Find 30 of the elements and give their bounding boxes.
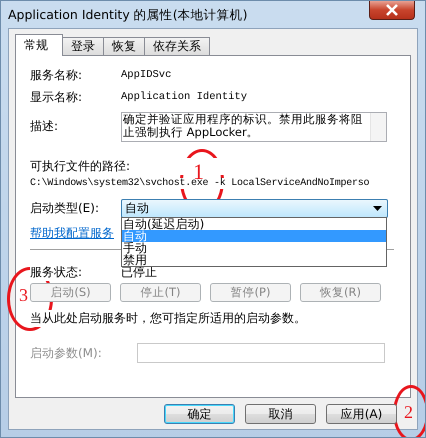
dropdown-option[interactable]: 禁用 bbox=[122, 254, 386, 266]
tab[interactable]: 登录 bbox=[62, 37, 104, 55]
tab[interactable]: 恢复 bbox=[103, 37, 145, 55]
field-label: 服务名称: bbox=[30, 66, 82, 84]
tab[interactable]: 常规 bbox=[15, 34, 63, 56]
tab[interactable]: 依存关系 bbox=[144, 37, 210, 55]
input-field[interactable] bbox=[137, 343, 385, 363]
dialog-button[interactable]: 应用(A) bbox=[326, 404, 397, 424]
field-value: AppIDSvc bbox=[121, 69, 172, 81]
field-label: 服务状态: bbox=[30, 264, 82, 280]
window-title: Application Identity 的属性(本地计算机) bbox=[8, 7, 248, 24]
scrollbar[interactable] bbox=[370, 113, 386, 141]
field-label: 启动类型(E): bbox=[30, 200, 99, 216]
description-field[interactable]: 确定并验证应用程序的标识。禁用此服务将阻止强制执行 AppLocker。 bbox=[121, 112, 387, 142]
annotation-circle bbox=[393, 385, 425, 437]
caret-icon bbox=[373, 206, 382, 210]
field-label: 显示名称: bbox=[30, 88, 82, 106]
help-link[interactable]: 帮助我配置服务 bbox=[30, 225, 114, 242]
dialog-button[interactable]: 确定 bbox=[164, 404, 235, 424]
dropdown-option[interactable]: 手动 bbox=[122, 242, 386, 254]
annotation-number: 3 bbox=[19, 286, 28, 304]
annotation-circle bbox=[7, 267, 53, 331]
dropdown-option[interactable]: 自动(延迟启动) bbox=[122, 218, 386, 230]
dialog-button[interactable]: 取消 bbox=[245, 404, 316, 424]
annotation-number: 2 bbox=[404, 403, 413, 421]
field-label: 描述: bbox=[30, 118, 58, 135]
close-button[interactable] bbox=[369, 1, 415, 20]
startup-type-dropdown[interactable]: 自动 bbox=[121, 198, 388, 218]
close-icon bbox=[385, 4, 399, 16]
field-value: Application Identity bbox=[121, 91, 248, 103]
